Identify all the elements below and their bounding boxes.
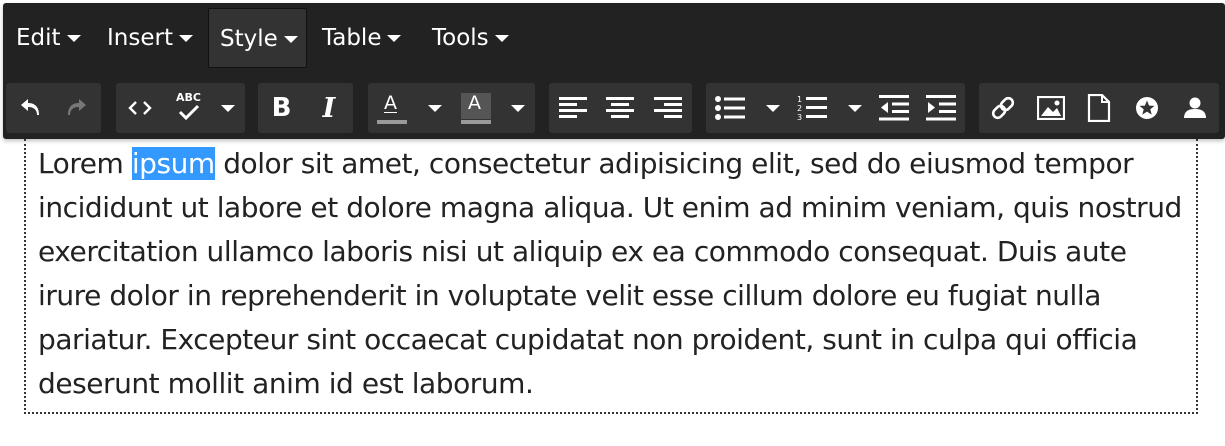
chevron-down-icon [283,36,298,43]
link-button[interactable] [979,83,1027,133]
menu-style[interactable]: Style [208,8,307,68]
text-before-selection: Lorem [38,147,132,180]
chevron-down-icon [387,35,402,42]
file-icon [1087,94,1111,122]
user-button[interactable] [1171,83,1219,133]
menu-edit[interactable]: Edit [5,8,91,68]
chevron-down-icon [66,35,81,42]
italic-button[interactable]: I [305,83,353,133]
text-after-selection: dolor sit amet, consectetur adipisicing … [38,147,1182,400]
editor-area[interactable]: Lorem ipsum dolor sit amet, consectetur … [24,139,1198,414]
redo-button[interactable] [53,83,101,133]
align-right-button[interactable] [644,83,692,133]
chevron-down-icon[interactable] [848,105,862,112]
outdent-icon [878,95,909,121]
menu-style-label: Style [220,26,278,52]
emoticons-button[interactable] [1123,83,1171,133]
chevron-down-icon[interactable] [428,105,442,112]
chevron-down-icon [178,35,193,42]
spellcheck-icon: ABC [174,91,204,123]
image-icon [1037,96,1065,120]
code-icon [128,101,152,115]
menu-tools[interactable]: Tools [421,8,519,68]
menu-insert[interactable]: Insert [96,8,203,68]
chevron-down-icon[interactable] [766,105,780,112]
numbered-list-icon: 1 2 3 [797,95,827,122]
file-button[interactable] [1075,83,1123,133]
toolbar-buttons: ABC B I A A 1 2 3 [3,75,1225,139]
bold-icon: B [271,93,292,123]
align-left-button[interactable] [549,83,596,133]
undo-button[interactable] [6,83,53,133]
chevron-down-icon[interactable] [511,105,525,112]
text-color-swatch [377,120,407,124]
star-circle-icon [1136,97,1158,119]
toolbar-group-code: ABC [116,83,245,133]
bold-button[interactable]: B [258,83,305,133]
toolbar-group-insert [979,83,1219,133]
background-color-button[interactable]: A [452,83,500,133]
menu-table[interactable]: Table [311,8,411,68]
menubar: Edit Insert Style Table Tools [3,3,1225,73]
user-icon [1184,97,1206,118]
text-color-icon: A [375,91,409,125]
link-icon [991,96,1015,120]
bullet-list-button[interactable] [706,83,754,133]
menu-edit-label: Edit [16,25,61,51]
spellcheck-button[interactable]: ABC [164,83,214,133]
editor-toolbar: Edit Insert Style Table Tools ABC B I A … [3,3,1225,139]
editor-content[interactable]: Lorem ipsum dolor sit amet, consectetur … [38,142,1190,406]
redo-icon [68,99,86,115]
image-button[interactable] [1027,83,1075,133]
toolbar-group-align [549,83,692,133]
align-center-icon [606,97,634,118]
text-color-button[interactable]: A [368,83,416,133]
align-center-button[interactable] [596,83,644,133]
toolbar-group-lists: 1 2 3 [706,83,965,133]
chevron-down-icon[interactable] [221,105,235,112]
svg-text:3: 3 [797,113,802,122]
bullet-list-icon [715,96,745,120]
menu-insert-label: Insert [107,25,173,51]
svg-text:1: 1 [797,95,802,104]
svg-text:2: 2 [797,104,802,113]
outdent-button[interactable] [870,83,917,133]
background-color-icon: A [459,91,493,125]
align-right-icon [654,97,682,118]
toolbar-group-color: A A [368,83,535,133]
undo-icon [20,99,39,115]
align-left-icon [558,97,587,118]
source-code-button[interactable] [116,83,164,133]
menu-table-label: Table [322,25,382,51]
text-color-label: A [384,92,397,114]
italic-icon: I [322,92,336,124]
background-color-swatch [461,120,491,124]
background-color-label: A [468,92,481,114]
menu-tools-label: Tools [432,25,489,51]
indent-icon [926,95,956,121]
chevron-down-icon [494,35,509,42]
numbered-list-button[interactable]: 1 2 3 [788,83,836,133]
selected-text[interactable]: ipsum [131,147,215,180]
toolbar-group-format: B I [258,83,353,133]
indent-button[interactable] [917,83,965,133]
toolbar-group-history [6,83,101,133]
